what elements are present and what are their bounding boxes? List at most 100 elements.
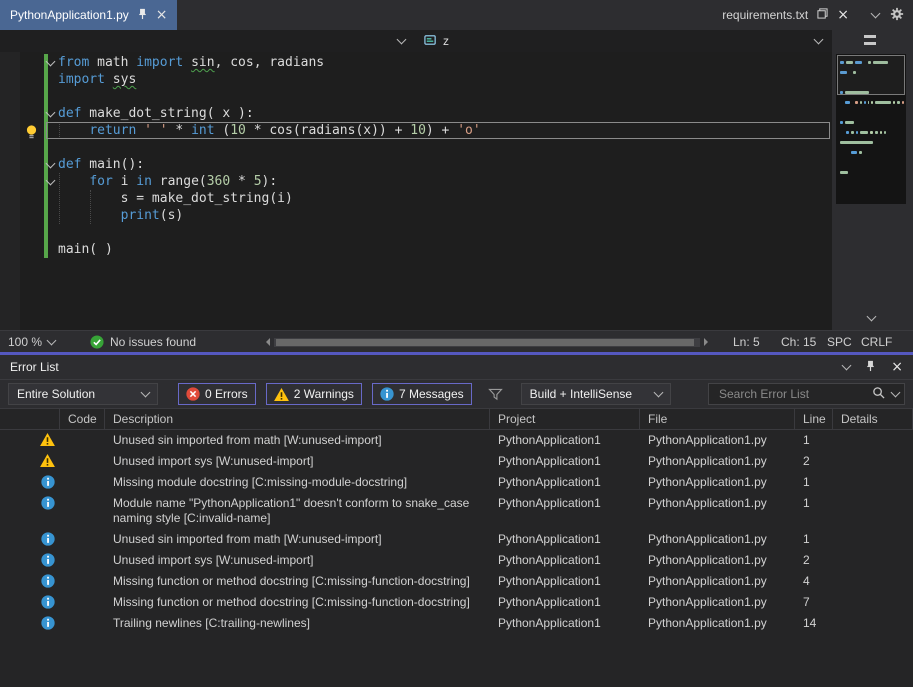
- error-list-toolbar: Entire Solution 0 Errors 2 Warnings 7 Me…: [0, 379, 913, 408]
- cell-description: Module name "PythonApplication1" doesn't…: [105, 496, 490, 526]
- error-row[interactable]: Missing function or method docstring [C:…: [0, 571, 913, 592]
- cell-line: 2: [795, 553, 833, 568]
- error-row[interactable]: Unused import sys [W:unused-import]Pytho…: [0, 550, 913, 571]
- code-line-current[interactable]: return ' ' * int (10 * cos(radians(x)) +…: [46, 122, 830, 139]
- space-indicator: SPC: [827, 331, 852, 353]
- cell-description: Unused import sys [W:unused-import]: [105, 454, 490, 469]
- horizontal-scrollbar[interactable]: [274, 338, 700, 347]
- member-label: z: [443, 34, 449, 48]
- close-icon[interactable]: ×: [891, 360, 903, 374]
- fold-chevron-icon[interactable]: [46, 108, 56, 118]
- warning-icon: [274, 388, 289, 401]
- column-header-code[interactable]: Code: [60, 409, 105, 429]
- scroll-left-icon[interactable]: [262, 338, 270, 346]
- column-header-details[interactable]: Details: [833, 409, 913, 429]
- keep-open-icon[interactable]: [817, 8, 828, 22]
- code-text: for i in range(360 * 5):: [58, 174, 277, 189]
- code-text: def make_dot_string( x ):: [58, 106, 254, 121]
- code-editor[interactable]: from math import sin, cos, radiansimport…: [0, 52, 832, 330]
- code-line[interactable]: [46, 139, 830, 156]
- search-box: [708, 383, 905, 405]
- search-error-list-input[interactable]: [717, 386, 865, 402]
- navigation-bar: z: [0, 30, 832, 52]
- error-row[interactable]: Unused import sys [W:unused-import]Pytho…: [0, 451, 913, 472]
- error-row[interactable]: Module name "PythonApplication1" doesn't…: [0, 493, 913, 529]
- zoom-level: 100 %: [8, 335, 42, 349]
- code-line[interactable]: main( ): [46, 241, 830, 258]
- code-line[interactable]: [46, 224, 830, 241]
- search-options-chevron-icon[interactable]: [891, 388, 901, 398]
- scroll-right-icon[interactable]: [704, 338, 712, 346]
- code-line[interactable]: for i in range(360 * 5):: [46, 173, 830, 190]
- code-line[interactable]: def make_dot_string( x ):: [46, 105, 830, 122]
- split-editor-icon[interactable]: [862, 34, 878, 49]
- breakpoint-margin[interactable]: [0, 52, 20, 330]
- minimap-viewport[interactable]: [837, 55, 905, 95]
- cell-file: PythonApplication1.py: [640, 433, 795, 448]
- tab-pythonapplication1[interactable]: PythonApplication1.py ×: [0, 0, 177, 30]
- chevron-down-icon: [141, 388, 151, 398]
- info-icon: [0, 496, 60, 510]
- fold-chevron-icon[interactable]: [46, 159, 56, 169]
- tab-requirements[interactable]: requirements.txt ×: [720, 8, 851, 22]
- error-row[interactable]: Missing function or method docstring [C:…: [0, 592, 913, 613]
- cell-project: PythonApplication1: [490, 532, 640, 547]
- check-circle-icon: [90, 335, 104, 349]
- cell-description: Missing function or method docstring [C:…: [105, 595, 490, 610]
- scrollbar-thumb[interactable]: [276, 339, 694, 346]
- code-line[interactable]: s = make_dot_string(i): [46, 190, 830, 207]
- minimap[interactable]: [832, 30, 913, 330]
- code-line[interactable]: from math import sin, cos, radians: [46, 54, 830, 71]
- warning-icon: [0, 454, 60, 467]
- source-filter-dropdown[interactable]: Build + IntelliSense: [521, 383, 671, 405]
- ide-window: PythonApplication1.py × requirements.txt…: [0, 0, 913, 687]
- project-dropdown[interactable]: [0, 30, 415, 52]
- member-dropdown[interactable]: z: [415, 30, 832, 52]
- quick-actions-lightbulb-icon[interactable]: [25, 124, 38, 143]
- close-icon[interactable]: ×: [837, 8, 849, 22]
- error-list-title-bar[interactable]: Error List ×: [0, 355, 913, 379]
- search-icon[interactable]: [872, 386, 885, 402]
- info-icon: [0, 475, 60, 489]
- column-header-project[interactable]: Project: [490, 409, 640, 429]
- info-icon: [380, 387, 394, 401]
- zoom-control[interactable]: 100 %: [8, 331, 55, 353]
- code-line[interactable]: def main():: [46, 156, 830, 173]
- error-row[interactable]: Missing module docstring [C:missing-modu…: [0, 472, 913, 493]
- document-health-indicator[interactable]: No issues found: [90, 331, 196, 353]
- column-header-severity[interactable]: [0, 409, 60, 429]
- errors-toggle-button[interactable]: 0 Errors: [178, 383, 256, 405]
- column-header-file[interactable]: File: [640, 409, 795, 429]
- code-line[interactable]: import sys: [46, 71, 830, 88]
- fold-chevron-icon[interactable]: [46, 176, 56, 186]
- cell-file: PythonApplication1.py: [640, 595, 795, 610]
- error-row[interactable]: Trailing newlines [C:trailing-newlines]P…: [0, 613, 913, 634]
- error-row[interactable]: Unused sin imported from math [W:unused-…: [0, 529, 913, 550]
- code-line[interactable]: [46, 88, 830, 105]
- error-row[interactable]: Unused sin imported from math [W:unused-…: [0, 430, 913, 451]
- window-position-chevron-icon[interactable]: [842, 361, 852, 371]
- cell-description: Unused import sys [W:unused-import]: [105, 553, 490, 568]
- pin-icon[interactable]: [865, 360, 876, 375]
- column-header-line[interactable]: Line: [795, 409, 833, 429]
- line-indicator: Ln: 5: [733, 331, 760, 353]
- tab-list-chevron-icon[interactable]: [871, 9, 881, 19]
- cell-line: 1: [795, 496, 833, 511]
- code-lines[interactable]: from math import sin, cos, radiansimport…: [46, 54, 830, 258]
- cell-line: 1: [795, 475, 833, 490]
- fold-chevron-icon[interactable]: [46, 57, 56, 67]
- cell-file: PythonApplication1.py: [640, 574, 795, 589]
- messages-toggle-button[interactable]: 7 Messages: [372, 383, 472, 405]
- code-line[interactable]: print(s): [46, 207, 830, 224]
- column-header-description[interactable]: Description: [105, 409, 490, 429]
- gear-icon[interactable]: [890, 7, 904, 24]
- close-icon[interactable]: ×: [156, 8, 168, 22]
- filter-icon[interactable]: [488, 388, 503, 401]
- cell-project: PythonApplication1: [490, 454, 640, 469]
- pin-icon[interactable]: [137, 8, 148, 23]
- scope-filter-dropdown[interactable]: Entire Solution: [8, 383, 158, 405]
- code-text: return ' ' * int (10 * cos(radians(x)) +…: [58, 123, 481, 138]
- warnings-toggle-button[interactable]: 2 Warnings: [266, 383, 362, 405]
- scroll-down-icon[interactable]: [867, 312, 877, 322]
- minimap-thumbnail[interactable]: [836, 54, 906, 204]
